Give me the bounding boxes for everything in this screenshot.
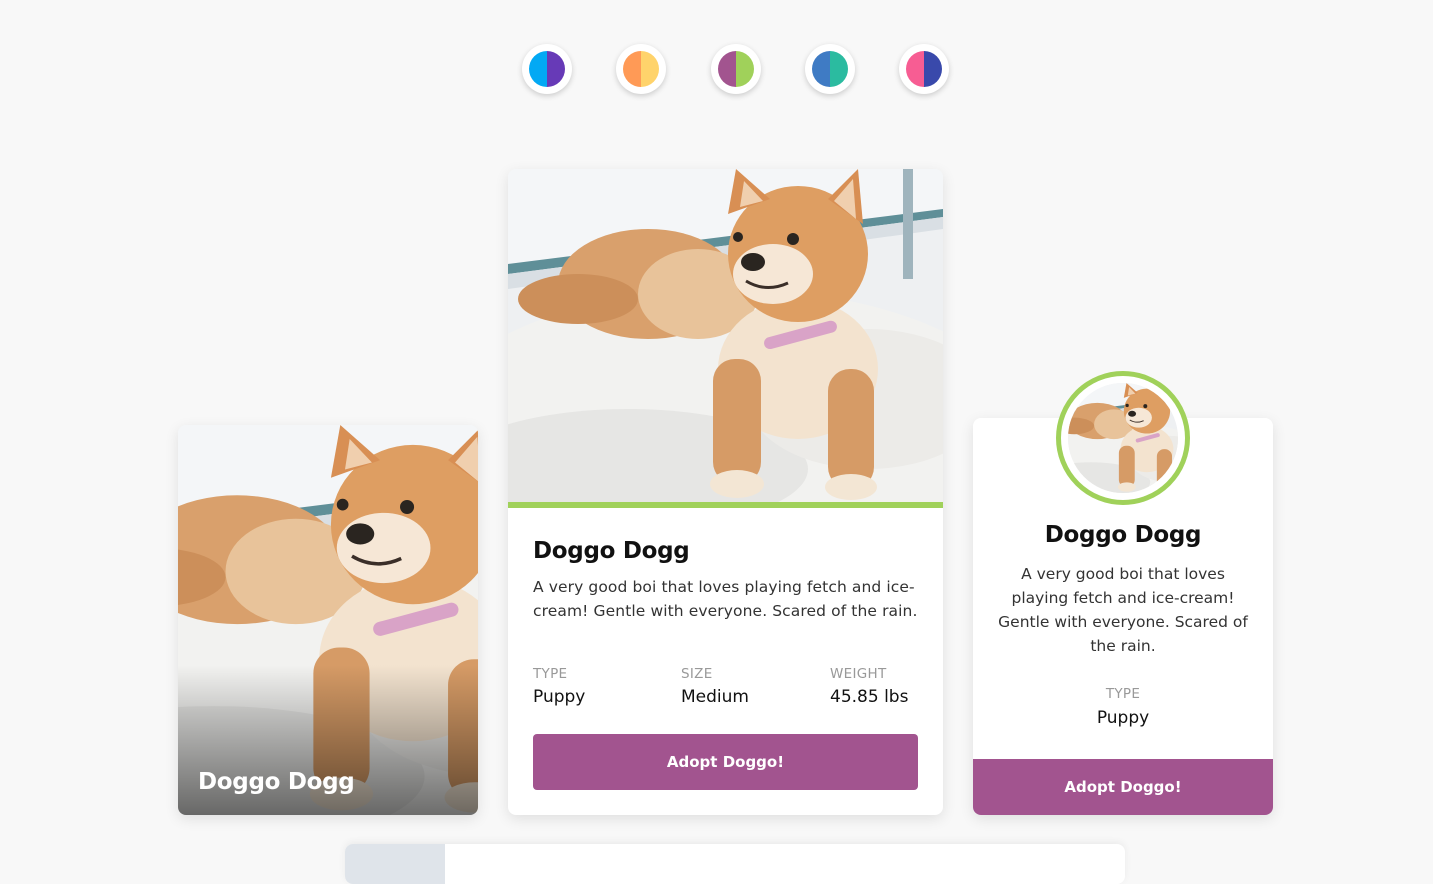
theme-swatch-pink-indigo[interactable] (899, 44, 949, 94)
theme-swatch-orange-yellow[interactable] (616, 44, 666, 94)
stat-value-type: Puppy (1096, 708, 1150, 728)
dog-photo (508, 169, 943, 502)
dog-card-detailed: Doggo Dogg A very good boi that loves pl… (508, 169, 943, 815)
theme-swatch-blue-teal[interactable] (805, 44, 855, 94)
adopt-button[interactable]: Adopt Doggo! (973, 759, 1273, 815)
dog-name: Doggo Dogg (533, 538, 690, 564)
dog-card-overlay[interactable]: Doggo Dogg (178, 425, 478, 815)
dog-card-profile: Doggo Dogg A very good boi that loves pl… (973, 371, 1273, 815)
dog-description: A very good boi that loves playing fetch… (533, 578, 918, 620)
stat-value-type: Puppy (533, 687, 586, 707)
stat-value-size: Medium (681, 687, 749, 707)
adopt-button[interactable]: Adopt Doggo! (533, 734, 918, 790)
dog-photo (345, 844, 445, 884)
stat-label-type: TYPE (533, 666, 568, 682)
dog-photo (1068, 383, 1178, 493)
dog-name: Doggo Dogg (198, 769, 355, 795)
dog-description: A very good boi that loves playing fetch… (998, 565, 1248, 655)
stat-value-weight: 45.85 lbs (830, 687, 909, 707)
stat-label-type: TYPE (1105, 686, 1141, 702)
accent-divider (508, 502, 943, 508)
dog-card-partial (345, 844, 1125, 884)
theme-swatch-purple-green[interactable] (711, 44, 761, 94)
stat-label-weight: WEIGHT (830, 666, 887, 682)
theme-swatch-blue-purple[interactable] (522, 44, 572, 94)
dog-name: Doggo Dogg (1044, 522, 1202, 548)
stat-label-size: SIZE (681, 666, 713, 682)
avatar (1056, 371, 1190, 505)
